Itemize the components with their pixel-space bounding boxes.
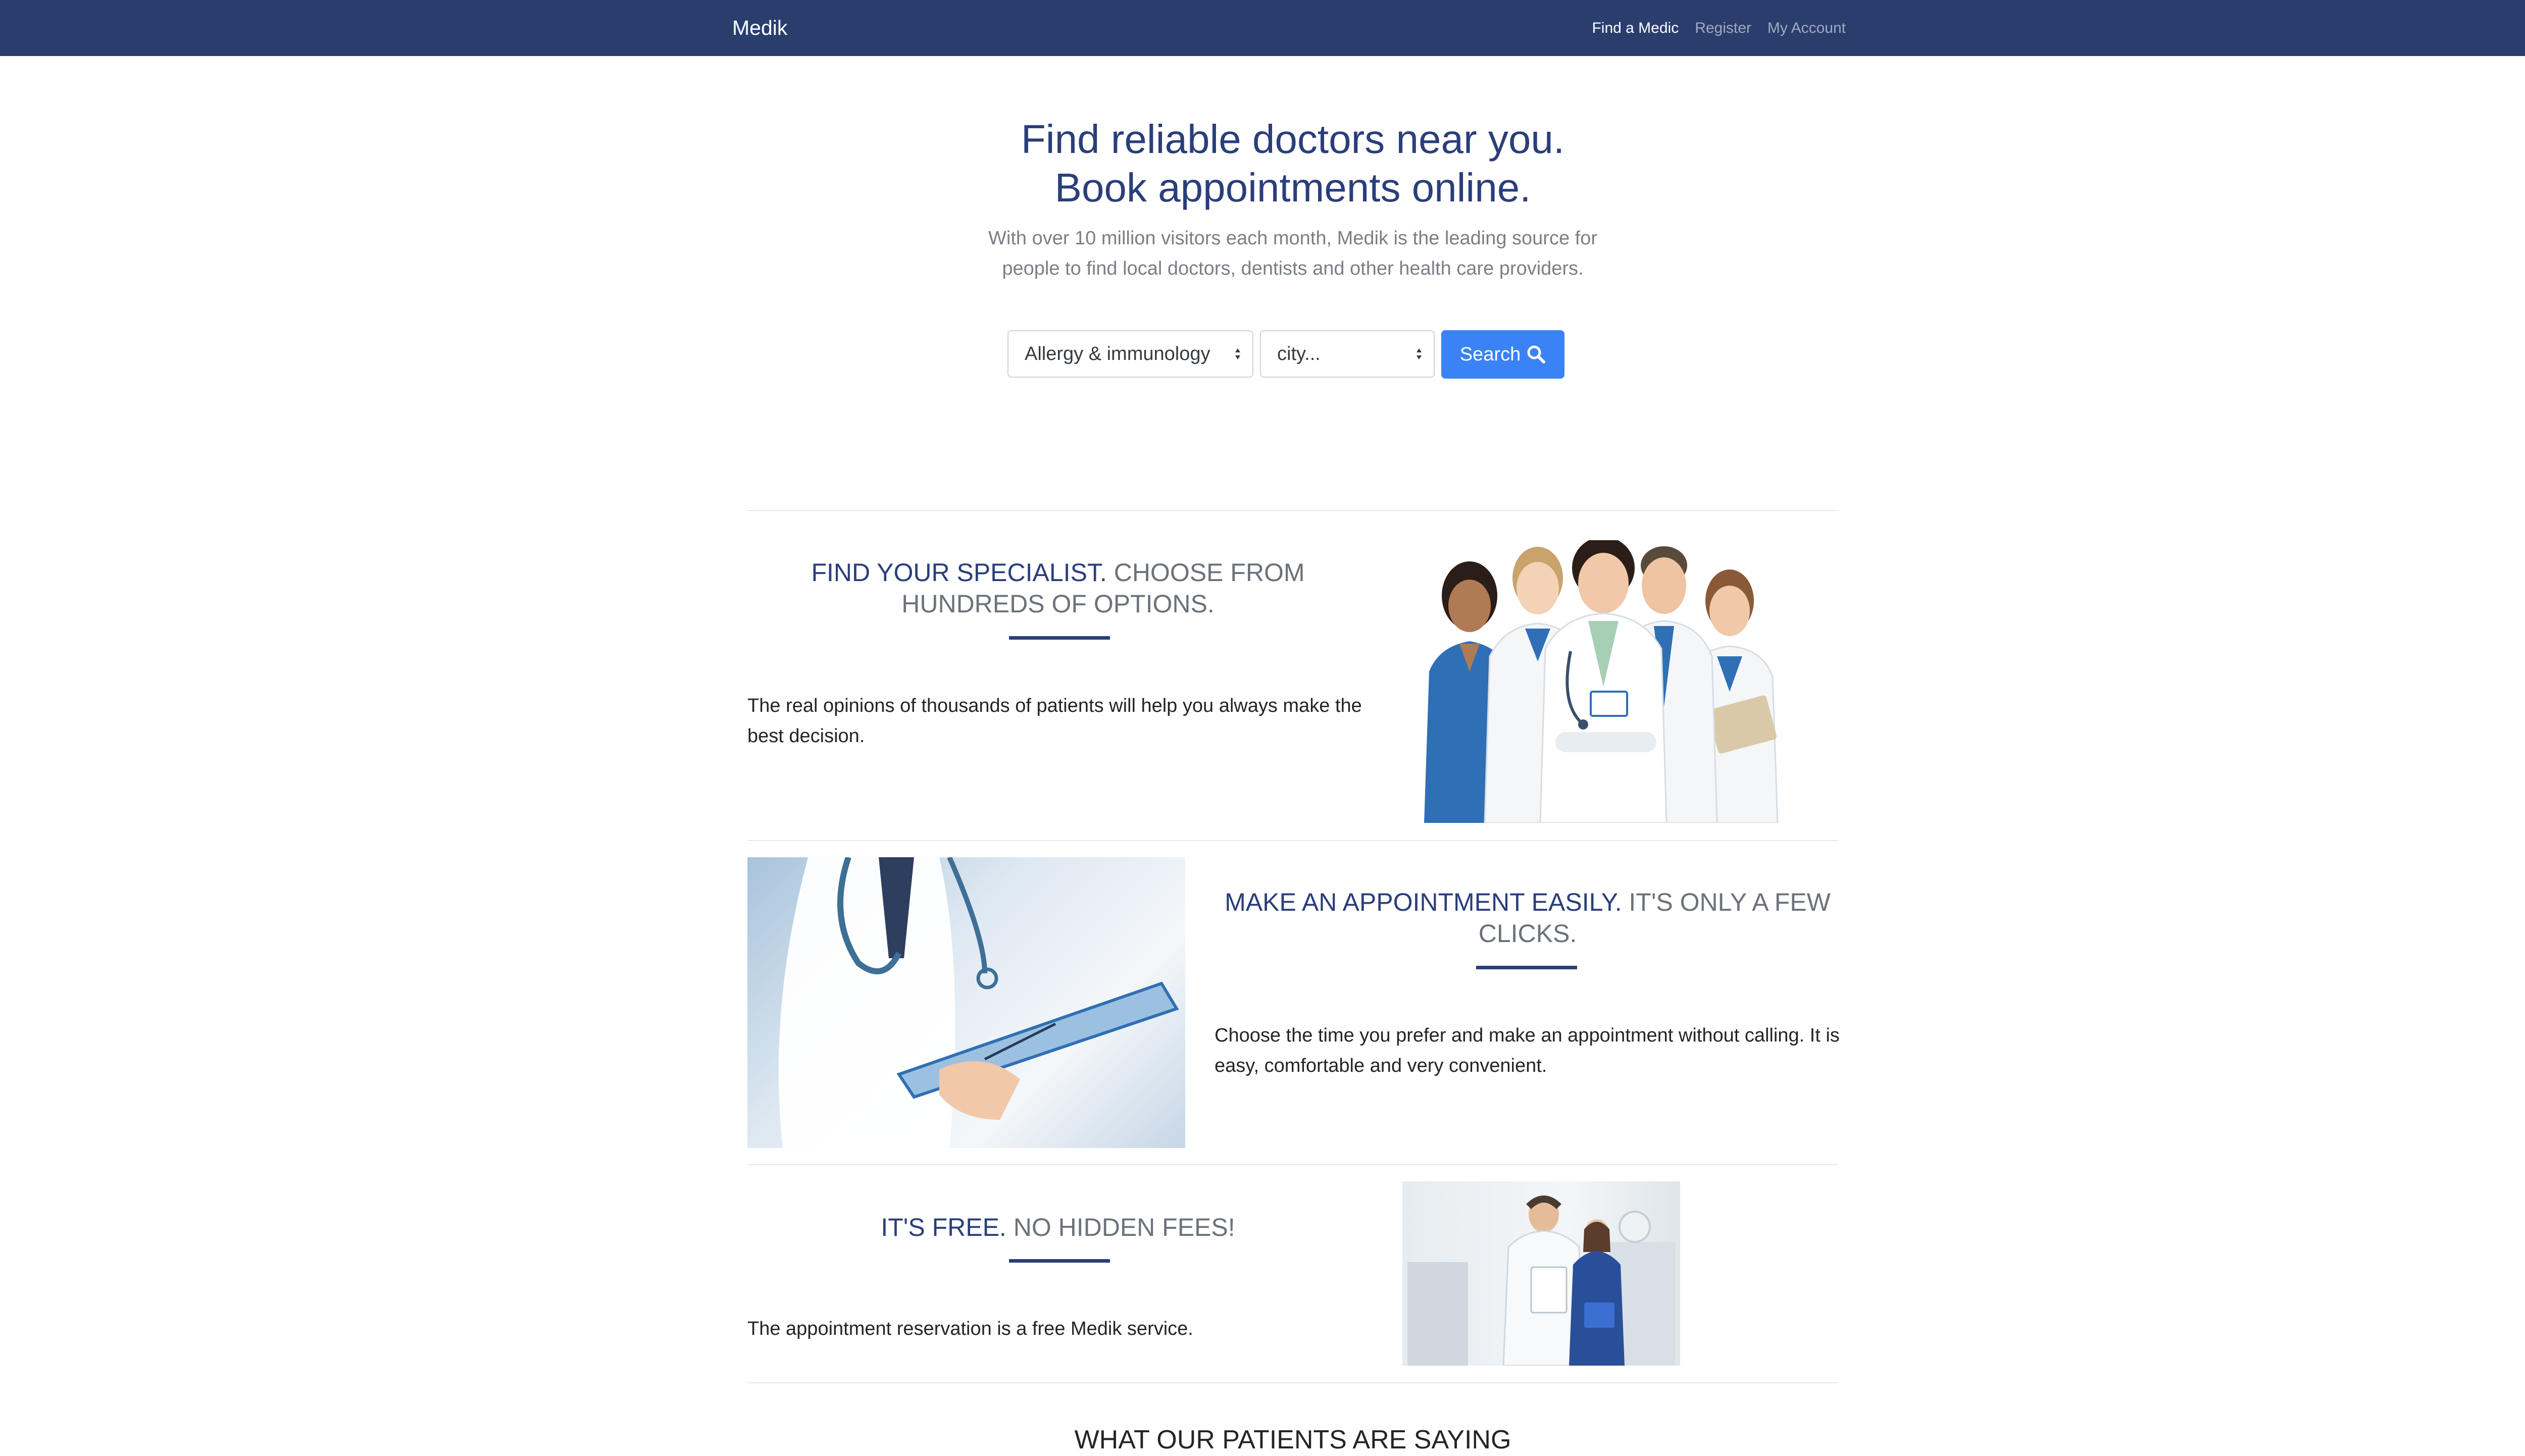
top-navbar: Medik Find a Medic Register My Account xyxy=(0,0,2525,56)
nav-link-register[interactable]: Register xyxy=(1695,19,1751,37)
select-caret-icon xyxy=(1417,348,1422,359)
hero-title: Find reliable doctors near you. Book app… xyxy=(788,115,1798,212)
hero-subtitle: With over 10 million visitors each month… xyxy=(988,228,1597,279)
doctor-clipboard-illustration xyxy=(778,857,1179,1148)
feature-3-title-rest: NO HIDDEN FEES! xyxy=(1006,1213,1235,1241)
specialty-select[interactable]: Allergy & immunology xyxy=(1007,330,1253,378)
search-button-label: Search xyxy=(1459,343,1521,365)
divider xyxy=(747,1164,1838,1165)
divider xyxy=(747,1382,1838,1383)
brand-logo[interactable]: Medik xyxy=(732,16,787,40)
city-select[interactable]: city... xyxy=(1260,330,1435,378)
feature-1-title: FIND YOUR SPECIALIST. CHOOSE FROM HUNDRE… xyxy=(742,557,1374,619)
testimonials-title-part-1: WHAT xyxy=(1074,1425,1157,1454)
feature-2-title: MAKE AN APPOINTMENT EASILY. IT'S ONLY A … xyxy=(1212,887,1843,949)
testimonials-title-part-2: ARE SAYING xyxy=(1346,1425,1511,1454)
testimonials-title-strong: OUR PATIENTS xyxy=(1156,1425,1347,1454)
feature-1-title-strong: FIND YOUR SPECIALIST. xyxy=(811,558,1107,587)
nav-link-my-account[interactable]: My Account xyxy=(1768,19,1846,37)
feature-3-title-strong: IT'S FREE. xyxy=(881,1213,1006,1241)
feature-2-title-strong: MAKE AN APPOINTMENT EASILY. xyxy=(1225,888,1622,916)
search-button[interactable]: Search xyxy=(1441,330,1564,379)
dentists-illustration xyxy=(1407,1195,1675,1366)
feature-1-title-underline xyxy=(1009,636,1110,640)
doctors-group-illustration xyxy=(1424,540,1779,823)
search-icon xyxy=(1527,345,1546,363)
feature-2-text: Choose the time you prefer and make an a… xyxy=(1215,1025,1840,1076)
feature-3-title: IT'S FREE. NO HIDDEN FEES! xyxy=(742,1212,1374,1243)
dentists-image xyxy=(1402,1181,1680,1366)
select-caret-icon xyxy=(1235,348,1240,359)
nav-links: Find a Medic Register My Account xyxy=(1592,19,1846,37)
specialty-select-value: Allergy & immunology xyxy=(1025,343,1210,365)
testimonials-title: WHAT OUR PATIENTS ARE SAYING xyxy=(788,1424,1798,1456)
feature-2-title-underline xyxy=(1476,966,1577,969)
divider xyxy=(747,510,1838,511)
hero-title-line-2: Book appointments online. xyxy=(1054,165,1531,210)
search-form: Allergy & immunology city... Search xyxy=(1007,330,1564,379)
feature-1-text: The real opinions of thousands of patien… xyxy=(747,695,1362,747)
feature-3-text: The appointment reservation is a free Me… xyxy=(747,1318,1193,1339)
hero-title-line-1: Find reliable doctors near you. xyxy=(1021,117,1565,162)
nav-link-find-a-medic[interactable]: Find a Medic xyxy=(1592,19,1679,37)
doctors-group-image xyxy=(1409,540,1793,823)
feature-3-title-underline xyxy=(1009,1259,1110,1263)
divider xyxy=(747,840,1838,841)
doctor-clipboard-image xyxy=(747,857,1185,1148)
city-select-value: city... xyxy=(1277,343,1321,365)
